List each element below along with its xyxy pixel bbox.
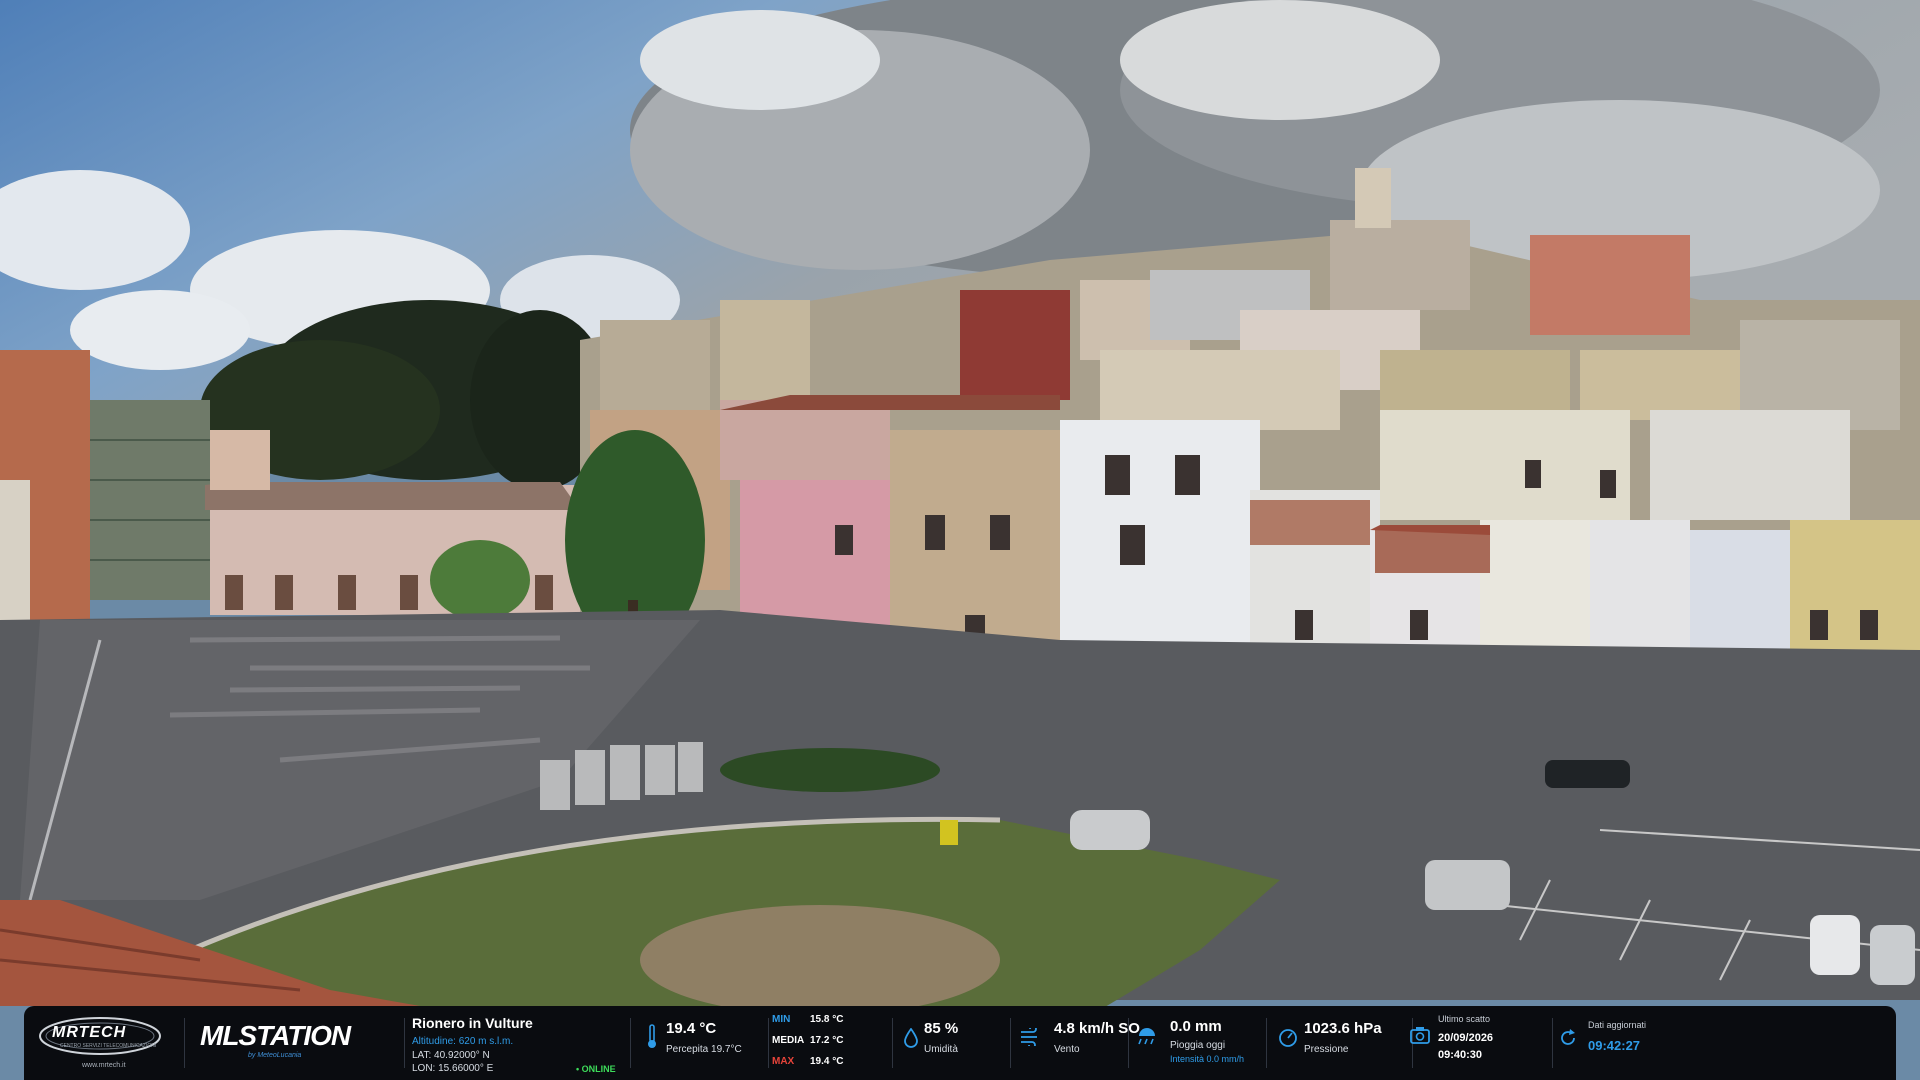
updated-label: Dati aggiornati xyxy=(1588,1020,1647,1030)
snapshot-block: Ultimo scatto 20/09/2026 09:40:30 xyxy=(1408,1006,1548,1080)
mlstation-by: by MeteoLucania xyxy=(248,1052,302,1059)
snapshot-time: 09:40:30 xyxy=(1438,1049,1483,1061)
mrtech-url: www.mrtech.it xyxy=(82,1062,126,1069)
webcam-image xyxy=(0,0,1920,1080)
station-altitude: Altitudine: 620 m s.l.m. xyxy=(412,1036,514,1047)
divider xyxy=(892,1018,893,1068)
online-status: • ONLINE xyxy=(576,1064,616,1074)
updated-block: Dati aggiornati 09:42:27 xyxy=(1558,1006,1718,1080)
min-value: 15.8 °C xyxy=(810,1014,844,1025)
weather-info-bar: MRTECH CENTRO SERVIZI TELECOMUNICAZIONI … xyxy=(24,1006,1896,1080)
humidity-value: 85 % xyxy=(924,1020,959,1037)
station-name: Rionero in Vulture xyxy=(412,1015,533,1031)
thermometer-icon xyxy=(648,1024,656,1048)
mlstation-logo-text: MLSTATION xyxy=(200,1020,351,1051)
camera-icon xyxy=(1410,1027,1430,1044)
updated-time: 09:42:27 xyxy=(1588,1038,1641,1053)
gauge-icon xyxy=(1279,1029,1297,1047)
temperature-block: 19.4 °C Percepita 19.7°C xyxy=(640,1006,760,1080)
avg-label: MEDIA xyxy=(772,1035,805,1046)
pressure-block: 1023.6 hPa Pressione xyxy=(1274,1006,1424,1080)
divider xyxy=(1552,1018,1553,1068)
temperature-range: MIN 15.8 °C MEDIA 17.2 °C MAX 19.4 °C xyxy=(772,1006,892,1080)
rain-value: 0.0 mm xyxy=(1170,1018,1222,1035)
divider xyxy=(1266,1018,1267,1068)
temperature-value: 19.4 °C xyxy=(666,1020,717,1037)
station-lon: LON: 15.66000° E xyxy=(412,1063,494,1074)
divider xyxy=(630,1018,631,1068)
rain-label: Pioggia oggi xyxy=(1170,1040,1226,1051)
avg-value: 17.2 °C xyxy=(810,1035,844,1046)
divider xyxy=(768,1018,769,1068)
rain-block: 0.0 mm Pioggia oggi Intensità 0.0 mm/h xyxy=(1134,1006,1274,1080)
rain-intensity: Intensità 0.0 mm/h xyxy=(1170,1054,1245,1064)
mrtech-logo: MRTECH CENTRO SERVIZI TELECOMUNICAZIONI … xyxy=(24,1006,174,1080)
snapshot-label: Ultimo scatto xyxy=(1438,1014,1491,1024)
temperature-perceived: Percepita 19.7°C xyxy=(666,1044,742,1055)
divider xyxy=(184,1018,185,1068)
pressure-value: 1023.6 hPa xyxy=(1304,1020,1382,1037)
snapshot-date: 20/09/2026 xyxy=(1438,1032,1494,1044)
wind-icon xyxy=(1021,1028,1037,1046)
refresh-icon xyxy=(1561,1029,1575,1045)
droplet-icon xyxy=(904,1028,918,1048)
humidity-label: Umidità xyxy=(924,1044,958,1055)
mrtech-logo-text: MRTECH xyxy=(52,1024,127,1041)
mlstation-logo: MLSTATION by MeteoLucania xyxy=(194,1006,394,1080)
divider xyxy=(404,1018,405,1068)
min-label: MIN xyxy=(772,1014,791,1025)
station-info: Rionero in Vulture Altitudine: 620 m s.l… xyxy=(412,1006,652,1080)
wind-label: Vento xyxy=(1054,1044,1080,1055)
divider xyxy=(1128,1018,1129,1068)
station-lat: LAT: 40.92000° N xyxy=(412,1050,490,1061)
divider xyxy=(1010,1018,1011,1068)
max-value: 19.4 °C xyxy=(810,1056,844,1067)
max-label: MAX xyxy=(772,1056,795,1067)
mrtech-logo-subtitle: CENTRO SERVIZI TELECOMUNICAZIONI xyxy=(60,1043,157,1049)
rain-icon xyxy=(1138,1028,1155,1045)
humidity-block: 85 % Umidità xyxy=(900,1006,1010,1080)
wind-value: 4.8 km/h SO xyxy=(1054,1020,1140,1037)
pressure-label: Pressione xyxy=(1304,1044,1349,1055)
